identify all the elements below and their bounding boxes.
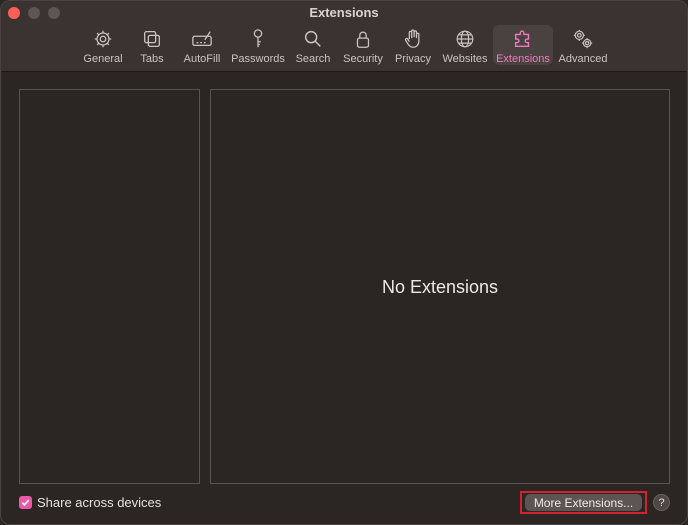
empty-state-message: No Extensions [381,277,499,297]
more-extensions-button[interactable]: More Extensions... [525,494,642,511]
tab-label: Passwords [231,53,285,65]
tab-label: Tabs [140,53,164,65]
tabs-icon [140,27,164,51]
window-title: Extensions [309,5,379,20]
tab-security[interactable]: Security [341,25,385,65]
tab-general[interactable]: General [83,25,123,65]
share-across-devices-checkbox[interactable]: Share across devices [19,495,161,510]
tab-label: Security [343,53,383,65]
tab-label: Websites [442,53,488,65]
tab-extensions[interactable]: Extensions [493,25,553,65]
tab-label: Extensions [496,53,550,65]
tab-label: General [83,53,123,65]
autofill-icon [190,27,214,51]
tab-autofill[interactable]: AutoFill [181,25,223,65]
checkbox-checked-icon[interactable] [19,496,32,509]
preferences-tabs: General Tabs AutoFill Passwords Search S… [1,25,687,67]
tab-label: Advanced [558,53,608,65]
search-icon [301,27,325,51]
puzzle-icon [511,27,535,51]
globe-icon [453,27,477,51]
tab-privacy[interactable]: Privacy [394,25,432,65]
lock-icon [351,27,375,51]
tab-websites[interactable]: Websites [441,25,489,65]
preferences-window: Extensions General Tabs AutoFill Passwor… [0,0,688,525]
tab-advanced[interactable]: Advanced [558,25,608,65]
tab-search[interactable]: Search [294,25,332,65]
share-across-devices-label: Share across devices [37,495,162,510]
extensions-list[interactable] [19,89,200,484]
tab-tabs[interactable]: Tabs [135,25,169,65]
key-icon [246,27,270,51]
gears-icon [571,27,595,51]
extension-detail-pane: No Extensions [210,89,670,484]
tab-label: Privacy [394,53,432,65]
tab-label: AutoFill [183,53,221,65]
help-button[interactable]: ? [653,494,670,511]
tab-label: Search [295,53,331,65]
tab-passwords[interactable]: Passwords [231,25,285,65]
gear-icon [91,27,115,51]
hand-icon [401,27,425,51]
toolbar: Extensions General Tabs AutoFill Passwor… [1,1,687,72]
